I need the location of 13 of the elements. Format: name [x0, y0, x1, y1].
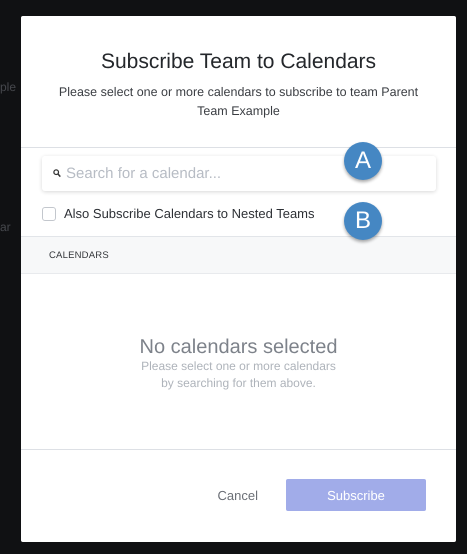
background-text: ple [0, 80, 16, 94]
search-icon [53, 169, 61, 178]
callout-badge: B [344, 202, 382, 240]
dialog-title: Subscribe Team to Calendars [100, 50, 378, 74]
dialog-subtitle: Please select one or more calendars to subscribe to team Parent Team Example [58, 84, 420, 120]
empty-state-message: Please select one or more calendars by searching for them above. [140, 358, 337, 392]
checkbox[interactable] [42, 206, 56, 220]
background-text: ar [0, 220, 11, 234]
cancel-button[interactable]: Cancel [212, 486, 264, 504]
callout-badge: A [344, 142, 382, 180]
empty-state-title: No calendars selected [140, 336, 338, 358]
section-header: CALENDARS [21, 237, 456, 274]
checkbox-label: Also Subscribe Calendars to Nested Teams [64, 206, 314, 221]
